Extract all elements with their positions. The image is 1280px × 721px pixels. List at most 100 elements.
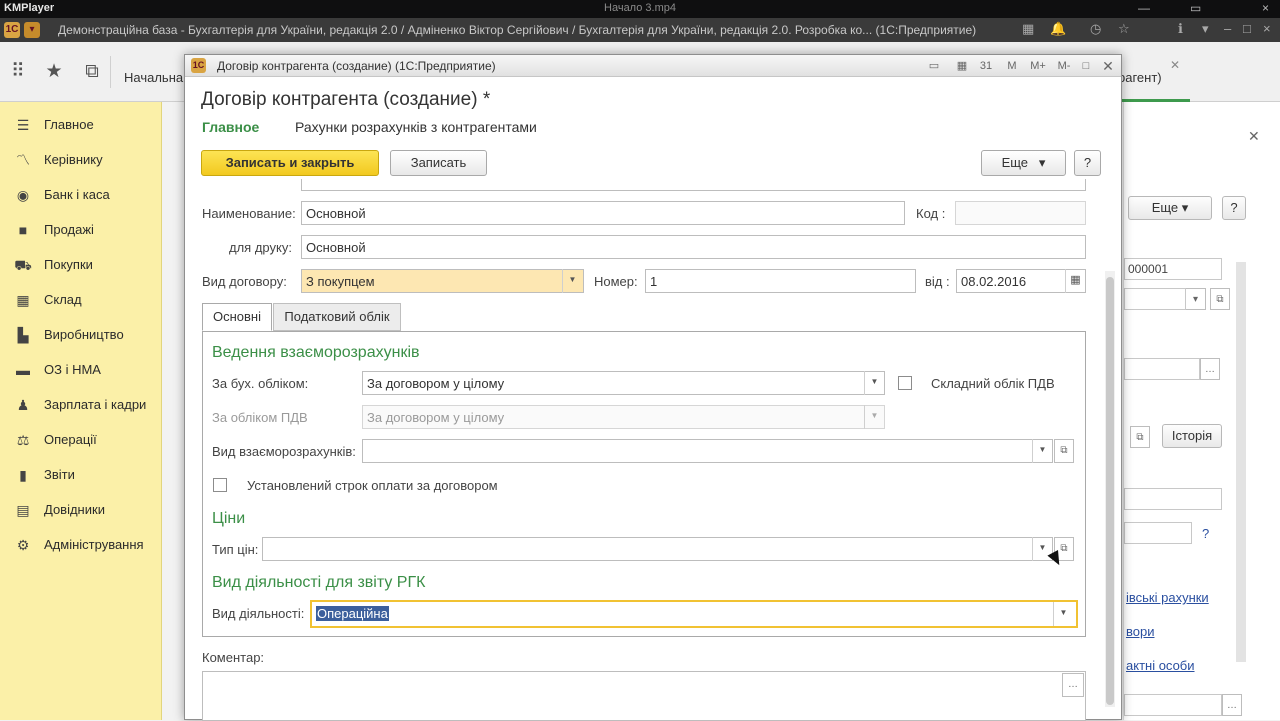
bg-help-button[interactable]: ? bbox=[1222, 196, 1246, 220]
price-type-select[interactable] bbox=[262, 537, 1053, 561]
calendar-icon[interactable]: 31 bbox=[977, 57, 995, 75]
app-menu-icon[interactable]: ▾ bbox=[24, 22, 40, 38]
bg-scrollbar[interactable] bbox=[1236, 262, 1246, 662]
window-star-icon[interactable]: ☆ bbox=[1118, 21, 1130, 37]
save-button[interactable]: Записать bbox=[390, 150, 487, 176]
chevron-down-icon[interactable]: ▼ bbox=[562, 269, 582, 293]
player-close-button[interactable]: × bbox=[1262, 1, 1269, 15]
bg-link-contracts[interactable]: вори bbox=[1126, 624, 1154, 639]
bg-input-field[interactable] bbox=[1124, 358, 1200, 380]
close-icon[interactable]: ✕ bbox=[1248, 128, 1260, 145]
more-button[interactable]: Еще ▾ bbox=[981, 150, 1066, 176]
window-maximize-icon[interactable]: □ bbox=[1243, 21, 1251, 36]
player-file-name: Начало 3.mp4 bbox=[604, 2, 676, 14]
window-menu-icon[interactable]: ▾ bbox=[1202, 21, 1209, 37]
number-field[interactable]: 1 bbox=[645, 269, 916, 293]
ellipsis-icon[interactable]: … bbox=[1222, 694, 1242, 716]
bg-link-contacts[interactable]: актні особи bbox=[1126, 658, 1195, 673]
bg-question-link[interactable]: ? bbox=[1202, 526, 1209, 541]
save-and-close-button[interactable]: Записать и закрыть bbox=[201, 150, 379, 176]
player-minimize-button[interactable]: — bbox=[1138, 1, 1150, 15]
open-icon[interactable]: ⧉ bbox=[1054, 439, 1074, 463]
sidebar-item-operations[interactable]: ⚖ Операції bbox=[0, 425, 162, 455]
open-icon[interactable]: ⧉ bbox=[1210, 288, 1230, 310]
bg-input-field[interactable] bbox=[1124, 522, 1192, 544]
activity-select[interactable]: Операційна bbox=[310, 600, 1078, 628]
payment-term-checkbox[interactable] bbox=[213, 478, 227, 492]
contract-type-select[interactable]: З покупцем bbox=[301, 269, 584, 293]
sidebar-item-label: Керівнику bbox=[44, 152, 103, 167]
more-button-label: Еще bbox=[1001, 155, 1029, 170]
player-titlebar: KMPlayer Начало 3.mp4 — ▭ × bbox=[0, 0, 1280, 18]
sidebar-item-label: Склад bbox=[44, 292, 82, 307]
acc-select[interactable]: За договором у цілому bbox=[362, 371, 885, 395]
memory-minus-button[interactable]: M- bbox=[1053, 57, 1075, 75]
tab-contractor[interactable]: рагент) bbox=[1118, 42, 1190, 102]
ellipsis-icon[interactable]: … bbox=[1200, 358, 1220, 380]
chevron-down-icon[interactable]: ▼ bbox=[1053, 602, 1073, 626]
sidebar-item-catalogs[interactable]: ▤ Довідники bbox=[0, 495, 162, 525]
open-icon[interactable]: ⧉ bbox=[1130, 426, 1150, 448]
sidebar-item-payroll[interactable]: ♟ Зарплата і кадри bbox=[0, 390, 162, 420]
dialog-scrollbar-thumb[interactable] bbox=[1106, 277, 1114, 705]
history-button[interactable]: Історія bbox=[1162, 424, 1222, 448]
code-field[interactable] bbox=[955, 201, 1086, 225]
acc-label: За бух. обліком: bbox=[212, 376, 309, 391]
sidebar-item-main[interactable]: ☰ Главное bbox=[0, 110, 162, 140]
name-field[interactable]: Основной bbox=[301, 201, 905, 225]
sidebar-item-reports[interactable]: ▮ Звіти bbox=[0, 460, 162, 490]
window-history-icon[interactable]: ◷ bbox=[1090, 21, 1101, 37]
bg-input-field[interactable] bbox=[1124, 694, 1222, 716]
sidebar-item-production[interactable]: ▙ Виробництво bbox=[0, 320, 162, 350]
sidebar-item-sales[interactable]: ■ Продажі bbox=[0, 215, 162, 245]
help-button[interactable]: ? bbox=[1074, 150, 1101, 176]
bg-code-field[interactable]: 000001 bbox=[1124, 258, 1222, 280]
window-grid-icon[interactable]: ▦ bbox=[1022, 21, 1034, 37]
tab-tax[interactable]: Податковий облік bbox=[273, 303, 401, 331]
player-maximize-button[interactable]: ▭ bbox=[1190, 1, 1201, 15]
tab-start-page[interactable]: Начальна bbox=[110, 42, 188, 102]
nav-main[interactable]: Главное bbox=[202, 119, 259, 135]
settlement-kind-select[interactable] bbox=[362, 439, 1053, 463]
maximize-icon[interactable]: □ bbox=[1077, 57, 1095, 75]
app-logo-icon: 1С bbox=[191, 58, 206, 73]
memory-plus-button[interactable]: M+ bbox=[1027, 57, 1049, 75]
sidebar-item-purchases[interactable]: ⛟ Покупки bbox=[0, 250, 162, 280]
tab-main[interactable]: Основні bbox=[202, 303, 272, 331]
dialog-titlebar[interactable]: 1С Договір контрагента (создание) (1С:Пр… bbox=[185, 55, 1121, 77]
bg-select-field[interactable] bbox=[1124, 288, 1186, 310]
bg-link-accounts[interactable]: івські рахунки bbox=[1126, 590, 1209, 605]
sidebar-item-label: ОЗ і НМА bbox=[44, 362, 101, 377]
chevron-down-icon[interactable]: ▼ bbox=[864, 371, 884, 395]
calculator-icon[interactable]: ▦ bbox=[953, 57, 971, 75]
close-icon[interactable]: ✕ bbox=[1099, 57, 1117, 75]
window-minimize-icon[interactable]: – bbox=[1224, 21, 1231, 36]
sidebar-item-admin[interactable]: ⚙ Адміністрування bbox=[0, 530, 162, 560]
comment-textarea[interactable] bbox=[202, 671, 1086, 721]
sidebar-item-assets[interactable]: ▬ ОЗ і НМА bbox=[0, 355, 162, 385]
window-info-icon[interactable]: ℹ bbox=[1178, 21, 1183, 37]
page-title: Договір контрагента (создание) * bbox=[201, 89, 491, 110]
favorites-star-icon[interactable]: ★ bbox=[42, 60, 66, 84]
sidebar-item-warehouse[interactable]: ▦ Склад bbox=[0, 285, 162, 315]
link-icon[interactable]: ▭ bbox=[925, 57, 943, 75]
memory-button[interactable]: M bbox=[1003, 57, 1021, 75]
bg-more-button[interactable]: Еще ▾ bbox=[1128, 196, 1212, 220]
nav-accounts[interactable]: Рахунки розрахунків з контрагентами bbox=[295, 119, 537, 135]
print-name-field[interactable]: Основной bbox=[301, 235, 1086, 259]
window-bell-icon[interactable]: 🔔 bbox=[1050, 21, 1066, 37]
history-icon[interactable]: ⧉ bbox=[80, 60, 104, 84]
price-type-label: Тип цін: bbox=[212, 542, 259, 557]
ellipsis-icon[interactable]: … bbox=[1062, 673, 1084, 697]
window-close-icon[interactable]: × bbox=[1263, 21, 1271, 36]
tab-close-icon[interactable]: ✕ bbox=[1170, 58, 1180, 72]
apps-grid-icon[interactable]: ⠿ bbox=[6, 60, 30, 84]
sidebar-item-bank[interactable]: ◉ Банк і каса bbox=[0, 180, 162, 210]
bg-input-field[interactable] bbox=[1124, 488, 1222, 510]
sidebar-item-manager[interactable]: 〽 Керівнику bbox=[0, 145, 162, 175]
complex-vat-checkbox[interactable] bbox=[898, 376, 912, 390]
chevron-down-icon[interactable]: ▾ bbox=[1186, 288, 1206, 310]
vat-label: За обліком ПДВ bbox=[212, 410, 308, 425]
calendar-icon[interactable]: ▦ bbox=[1065, 269, 1085, 293]
chevron-down-icon[interactable]: ▼ bbox=[1032, 439, 1052, 463]
